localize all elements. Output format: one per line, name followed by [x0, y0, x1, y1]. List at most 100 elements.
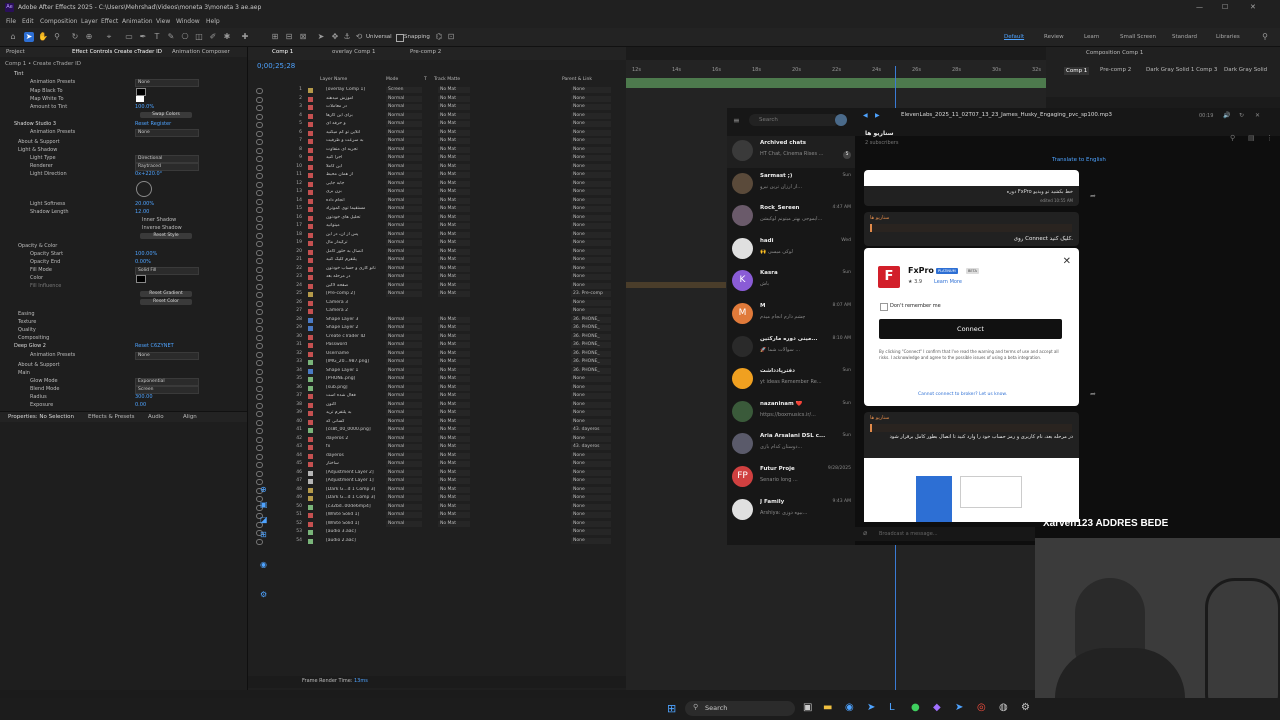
- effect-row[interactable]: Animation Presets None: [0, 129, 247, 137]
- hamburger-menu-icon[interactable]: ≡: [733, 116, 740, 125]
- layer-name[interactable]: صفحه لاگین: [326, 283, 388, 288]
- effect-row[interactable]: Blend Mode Screen: [0, 386, 247, 394]
- layer-label-color[interactable]: [308, 198, 313, 204]
- layer-row[interactable]: 32 Username Normal No Mat 36. PHONE_: [248, 350, 626, 360]
- track-matte-dropdown[interactable]: No Mat: [438, 274, 470, 280]
- layer-row[interactable]: 6 آنلاین تو کم میکنید Normal No Mat None: [248, 129, 626, 139]
- effect-row-value[interactable]: 20.00%: [135, 201, 154, 207]
- track-matte-dropdown[interactable]: No Mat: [438, 478, 470, 484]
- layer-row[interactable]: 16 تحلیل های خودتون Normal No Mat None: [248, 214, 626, 224]
- track-matte-dropdown[interactable]: No Mat: [438, 503, 470, 510]
- visibility-eye-icon[interactable]: [256, 215, 263, 222]
- menu-view[interactable]: View: [156, 18, 170, 25]
- color-swatch[interactable]: [136, 275, 146, 283]
- parent-dropdown[interactable]: None: [571, 274, 611, 280]
- effect-row-value[interactable]: 300.00: [135, 394, 153, 400]
- parent-dropdown[interactable]: None: [571, 163, 611, 170]
- chat-list-item[interactable]: M M چشم دارم انجام میدم 8:07 AM: [727, 299, 855, 331]
- visibility-eye-icon[interactable]: [256, 360, 263, 366]
- layer-mode-dropdown[interactable]: Normal: [386, 359, 422, 365]
- layer-name[interactable]: Shape Layer 3: [326, 317, 388, 322]
- layer-name[interactable]: [c32bd..00de6mp4]: [326, 504, 388, 509]
- layer-name[interactable]: [White Solid 1]: [326, 521, 388, 526]
- layer-row[interactable]: 37 فعال شده است Normal No Mat None: [248, 393, 626, 402]
- track-matte-dropdown[interactable]: No Mat: [438, 155, 470, 161]
- layer-mode-dropdown[interactable]: Normal: [386, 410, 422, 416]
- track-matte-dropdown[interactable]: No Mat: [438, 265, 470, 272]
- layer-mode-dropdown[interactable]: Normal: [386, 316, 422, 323]
- tab-align[interactable]: Align: [183, 414, 197, 420]
- chat-list-item[interactable]: FP Futur Proje Senario long ... 9/28/2025: [727, 462, 855, 494]
- layer-row[interactable]: 51 [White Solid 1] Normal No Mat None: [248, 512, 626, 521]
- message-image[interactable]: [864, 170, 1079, 186]
- track-matte-dropdown[interactable]: No Mat: [438, 350, 470, 357]
- track-matte-dropdown[interactable]: No Mat: [438, 469, 470, 476]
- parent-dropdown[interactable]: None: [571, 189, 611, 195]
- parent-dropdown[interactable]: None: [571, 104, 611, 110]
- track-matte-dropdown[interactable]: No Mat: [438, 248, 470, 255]
- eraser-tool-icon[interactable]: ◫: [194, 32, 204, 42]
- track-matte-dropdown[interactable]: No Mat: [438, 418, 470, 425]
- chrome-icon[interactable]: ◎: [977, 702, 986, 713]
- layer-label-color[interactable]: [308, 436, 313, 442]
- track-matte-dropdown[interactable]: No Mat: [438, 520, 470, 527]
- tab-properties[interactable]: Properties: No Selection: [8, 414, 74, 420]
- snap-edges-icon[interactable]: ⊡: [446, 32, 456, 42]
- menu-layer[interactable]: Layer: [81, 18, 98, 25]
- swap-colors-button[interactable]: Swap Colors: [140, 112, 192, 118]
- layer-mode-dropdown[interactable]: Normal: [386, 104, 422, 110]
- layer-mode-dropdown[interactable]: Normal: [386, 401, 422, 408]
- effect-row[interactable]: Easing: [0, 311, 247, 319]
- layer-mode-dropdown[interactable]: Normal: [386, 325, 422, 331]
- track-matte-dropdown[interactable]: No Mat: [438, 104, 470, 110]
- visibility-eye-icon[interactable]: [256, 249, 263, 256]
- layer-name[interactable]: [IMG_20...987.png]: [326, 359, 388, 364]
- parent-dropdown[interactable]: None: [571, 478, 611, 484]
- layer-mode-dropdown[interactable]: Normal: [386, 129, 422, 136]
- layer-label-color[interactable]: [308, 402, 313, 408]
- effect-row[interactable]: Swap Colors: [0, 112, 247, 120]
- layer-name[interactable]: و حرفه ای: [326, 121, 388, 126]
- visibility-eye-icon[interactable]: [256, 275, 263, 281]
- parent-dropdown[interactable]: None: [571, 384, 611, 391]
- channel-title[interactable]: سناریو ها: [865, 130, 894, 137]
- layer-mode-dropdown[interactable]: Normal: [386, 350, 422, 357]
- effect-row[interactable]: Reset Color: [0, 299, 247, 307]
- track-matte-dropdown[interactable]: No Mat: [438, 333, 470, 340]
- effect-row[interactable]: Opacity End 0.00%: [0, 259, 247, 267]
- parent-dropdown[interactable]: None: [571, 461, 611, 467]
- distribute-icon[interactable]: ⊠: [298, 32, 308, 42]
- layer-row[interactable]: 4 برای این کارها Normal No Mat None: [248, 112, 626, 122]
- parent-dropdown[interactable]: None: [571, 537, 611, 544]
- effect-row[interactable]: Shadow Studio 3 Reset Register: [0, 121, 247, 129]
- layer-name[interactable]: برای این کارها: [326, 113, 388, 118]
- layer-name[interactable]: این کاملا: [326, 164, 388, 169]
- layer-name[interactable]: از همان محیط: [326, 172, 388, 177]
- layer-row[interactable]: 21 پلتفرم کلیک کنید Normal No Mat None: [248, 257, 626, 266]
- viewer-tab-dark-gray-comp[interactable]: Dark Gray Solid 1 Comp 3: [1146, 67, 1217, 73]
- layer-label-color[interactable]: [308, 122, 313, 127]
- layer-row[interactable]: 54 [audio 2.aac] None: [248, 537, 626, 547]
- animation-presets-dropdown[interactable]: None: [135, 352, 199, 360]
- tab-project[interactable]: Project: [6, 49, 25, 55]
- parent-dropdown[interactable]: None: [571, 376, 611, 382]
- track-matte-dropdown[interactable]: No Mat: [438, 282, 470, 289]
- parent-dropdown[interactable]: None: [571, 486, 611, 493]
- column-mode[interactable]: Mode: [386, 77, 398, 82]
- track-matte-dropdown[interactable]: No Mat: [438, 240, 470, 246]
- layer-row[interactable]: 39 به پلتفرم ترید Normal No Mat None: [248, 410, 626, 419]
- parent-dropdown[interactable]: None: [571, 87, 611, 93]
- visibility-eye-icon[interactable]: [256, 241, 263, 247]
- telegram-app-icon[interactable]: ➤: [867, 702, 875, 713]
- layer-name[interactable]: تجربه ای متفاوت: [326, 147, 388, 152]
- effect-row[interactable]: Reset Gradient: [0, 291, 247, 299]
- parent-dropdown[interactable]: None: [571, 452, 611, 459]
- effect-row[interactable]: About & Support: [0, 362, 247, 370]
- layer-name[interactable]: fx: [326, 444, 388, 449]
- zoom-tool-icon[interactable]: ⚲: [52, 32, 62, 42]
- track-matte-dropdown[interactable]: No Mat: [438, 112, 470, 119]
- home-icon[interactable]: ⌂: [8, 32, 18, 42]
- layer-duration-bar[interactable]: [626, 282, 726, 288]
- track-matte-dropdown[interactable]: No Mat: [438, 214, 470, 221]
- track-matte-dropdown[interactable]: No Mat: [438, 495, 470, 501]
